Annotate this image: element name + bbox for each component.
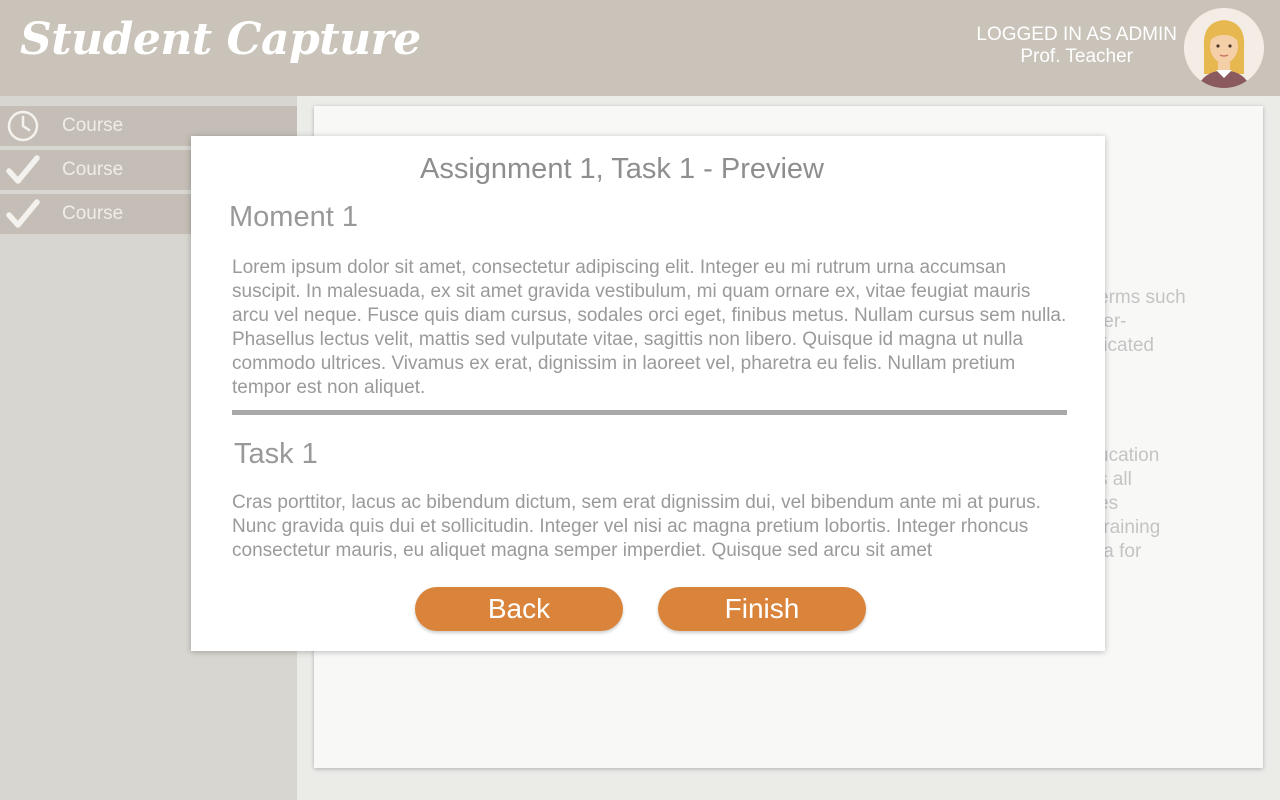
sidebar-item-label: Course bbox=[62, 115, 124, 136]
background-text-line: training bbox=[1098, 517, 1161, 538]
task-heading: Task 1 bbox=[234, 438, 318, 470]
check-icon bbox=[0, 150, 46, 190]
background-text-line: es bbox=[1098, 493, 1119, 514]
user-info: LOGGED IN AS ADMIN Prof. Teacher bbox=[976, 24, 1177, 68]
app-header: Student Capture LOGGED IN AS ADMIN Prof.… bbox=[0, 0, 1280, 96]
login-status: LOGGED IN AS ADMIN bbox=[976, 24, 1177, 45]
background-text-line: ta for bbox=[1098, 541, 1142, 562]
background-text-line: ticated bbox=[1098, 335, 1154, 356]
check-icon bbox=[0, 194, 46, 234]
moment-text: Lorem ipsum dolor sit amet, consectetur … bbox=[232, 257, 1067, 398]
back-button[interactable]: Back bbox=[415, 587, 623, 631]
clock-icon bbox=[0, 106, 46, 146]
preview-dialog: Assignment 1, Task 1 - Preview Moment 1 … bbox=[191, 136, 1105, 651]
background-text-line: s all bbox=[1098, 469, 1132, 490]
dialog-title: Assignment 1, Task 1 - Preview bbox=[419, 153, 825, 185]
background-text-line: erms such bbox=[1098, 287, 1186, 308]
task-text: Cras porttitor, lacus ac bibendum dictum… bbox=[232, 492, 1041, 561]
user-name: Prof. Teacher bbox=[1020, 46, 1134, 67]
moment-heading: Moment 1 bbox=[229, 201, 358, 233]
avatar[interactable] bbox=[1184, 8, 1264, 88]
background-text-block: erms such ter- ticated bbox=[1098, 286, 1186, 358]
section-divider bbox=[232, 410, 1067, 415]
app-logo[interactable]: Student Capture bbox=[20, 14, 421, 65]
teacher-avatar-icon bbox=[1184, 8, 1264, 88]
sidebar-item-label: Course bbox=[62, 159, 124, 180]
finish-button[interactable]: Finish bbox=[658, 587, 866, 631]
background-text-line: ter- bbox=[1098, 311, 1127, 332]
sidebar-item-label: Course bbox=[62, 203, 124, 224]
background-text-block: ucation s all es training ta for bbox=[1098, 444, 1160, 564]
background-text-line: ucation bbox=[1098, 445, 1160, 466]
